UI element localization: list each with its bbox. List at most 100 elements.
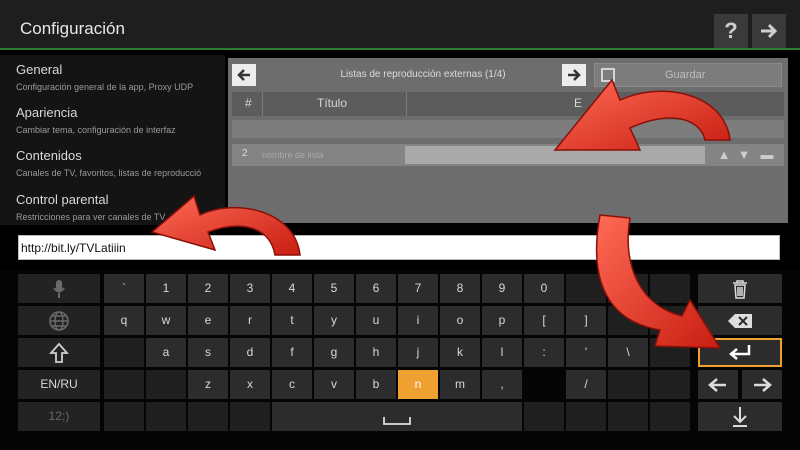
- key[interactable]: 4: [272, 274, 312, 303]
- globe-key[interactable]: [18, 306, 100, 335]
- key[interactable]: g: [314, 338, 354, 367]
- key[interactable]: [650, 338, 690, 367]
- key[interactable]: [104, 370, 144, 399]
- sidebar-item-contenidos[interactable]: Contenidos Canales de TV, favoritos, lis…: [16, 148, 226, 178]
- sidebar-item-apariencia[interactable]: Apariencia Cambiar tema, configuración d…: [16, 105, 226, 135]
- key[interactable]: :: [524, 338, 564, 367]
- key[interactable]: i: [398, 306, 438, 335]
- key[interactable]: k: [440, 338, 480, 367]
- key[interactable]: [608, 370, 648, 399]
- key[interactable]: [566, 402, 606, 431]
- column-title: Título: [317, 96, 348, 110]
- key[interactable]: 2: [188, 274, 228, 303]
- key[interactable]: 7: [398, 274, 438, 303]
- microphone-key[interactable]: [18, 274, 100, 303]
- playlist-url-field[interactable]: [405, 146, 705, 164]
- key[interactable]: [650, 274, 690, 303]
- key[interactable]: 8: [440, 274, 480, 303]
- help-button[interactable]: ?: [714, 14, 748, 48]
- key[interactable]: [608, 306, 648, 335]
- key[interactable]: [104, 402, 144, 431]
- key[interactable]: t: [272, 306, 312, 335]
- key[interactable]: v: [314, 370, 354, 399]
- key[interactable]: [146, 370, 186, 399]
- key[interactable]: [608, 402, 648, 431]
- key[interactable]: 3: [230, 274, 270, 303]
- key[interactable]: h: [356, 338, 396, 367]
- key[interactable]: s: [188, 338, 228, 367]
- key[interactable]: `: [104, 274, 144, 303]
- cursor-left-key[interactable]: [698, 370, 738, 399]
- backspace-key[interactable]: [698, 306, 782, 335]
- key[interactable]: \: [608, 338, 648, 367]
- key[interactable]: m: [440, 370, 480, 399]
- language-switch-key[interactable]: EN/RU: [18, 370, 100, 399]
- key[interactable]: e: [188, 306, 228, 335]
- table-row[interactable]: 2 nombre de lista ▲ ▼ ▬: [232, 144, 784, 166]
- sidebar-item-subtitle: Cambiar tema, configuración de interfaz: [16, 125, 176, 135]
- table-row[interactable]: [232, 120, 784, 138]
- next-page-button[interactable]: [562, 64, 586, 86]
- key[interactable]: c: [272, 370, 312, 399]
- key[interactable]: f: [272, 338, 312, 367]
- sidebar-item-title: General: [16, 62, 63, 77]
- key-selected[interactable]: n: [398, 370, 438, 399]
- space-key[interactable]: [272, 402, 522, 431]
- key[interactable]: y: [314, 306, 354, 335]
- key[interactable]: [566, 274, 606, 303]
- key[interactable]: [146, 402, 186, 431]
- key[interactable]: x: [230, 370, 270, 399]
- key[interactable]: [608, 274, 648, 303]
- key[interactable]: o: [440, 306, 480, 335]
- key[interactable]: [650, 370, 690, 399]
- prev-page-button[interactable]: [232, 64, 256, 86]
- enter-key[interactable]: [698, 338, 782, 367]
- key[interactable]: a: [146, 338, 186, 367]
- key[interactable]: 9: [482, 274, 522, 303]
- key[interactable]: r: [230, 306, 270, 335]
- sidebar-item-general[interactable]: General Configuración general de la app,…: [16, 62, 226, 92]
- hide-keyboard-key[interactable]: [698, 402, 782, 431]
- key[interactable]: l: [482, 338, 522, 367]
- playlist-name-field[interactable]: nombre de lista: [262, 150, 324, 160]
- key[interactable]: [524, 402, 564, 431]
- app-header: Configuración ?: [0, 0, 800, 50]
- key[interactable]: [188, 402, 228, 431]
- move-down-icon[interactable]: ▼: [736, 148, 752, 162]
- key[interactable]: [104, 338, 144, 367]
- key[interactable]: p: [482, 306, 522, 335]
- delete-key[interactable]: [698, 274, 782, 303]
- key[interactable]: u: [356, 306, 396, 335]
- key[interactable]: /: [566, 370, 606, 399]
- key[interactable]: [: [524, 306, 564, 335]
- key[interactable]: q: [104, 306, 144, 335]
- key[interactable]: [230, 402, 270, 431]
- save-label: Guardar: [665, 69, 706, 81]
- column-url: E: [574, 96, 583, 110]
- forward-button[interactable]: [752, 14, 786, 48]
- key[interactable]: d: [230, 338, 270, 367]
- cursor-right-key[interactable]: [742, 370, 782, 399]
- key[interactable]: ,: [482, 370, 522, 399]
- shift-key[interactable]: [18, 338, 100, 367]
- symbols-key[interactable]: 12;): [18, 402, 100, 431]
- key[interactable]: [650, 306, 690, 335]
- key[interactable]: 6: [356, 274, 396, 303]
- key[interactable]: [650, 402, 690, 431]
- remove-icon[interactable]: ▬: [759, 148, 775, 162]
- key[interactable]: 0: [524, 274, 564, 303]
- url-input[interactable]: http://bit.ly/TVLatiiin: [18, 235, 780, 260]
- settings-sidebar: General Configuración general de la app,…: [0, 55, 225, 225]
- key[interactable]: b: [356, 370, 396, 399]
- sidebar-item-control-parental[interactable]: Control parental Restricciones para ver …: [16, 192, 226, 222]
- on-screen-keyboard: ` 1 2 3 4 5 6 7 8 9 0 q w e r t y u i o …: [0, 270, 800, 450]
- key[interactable]: j: [398, 338, 438, 367]
- key[interactable]: ]: [566, 306, 606, 335]
- move-up-icon[interactable]: ▲: [716, 148, 732, 162]
- key[interactable]: ': [566, 338, 606, 367]
- key[interactable]: 1: [146, 274, 186, 303]
- key[interactable]: 5: [314, 274, 354, 303]
- key[interactable]: w: [146, 306, 186, 335]
- save-button[interactable]: Guardar: [594, 63, 782, 87]
- key[interactable]: z: [188, 370, 228, 399]
